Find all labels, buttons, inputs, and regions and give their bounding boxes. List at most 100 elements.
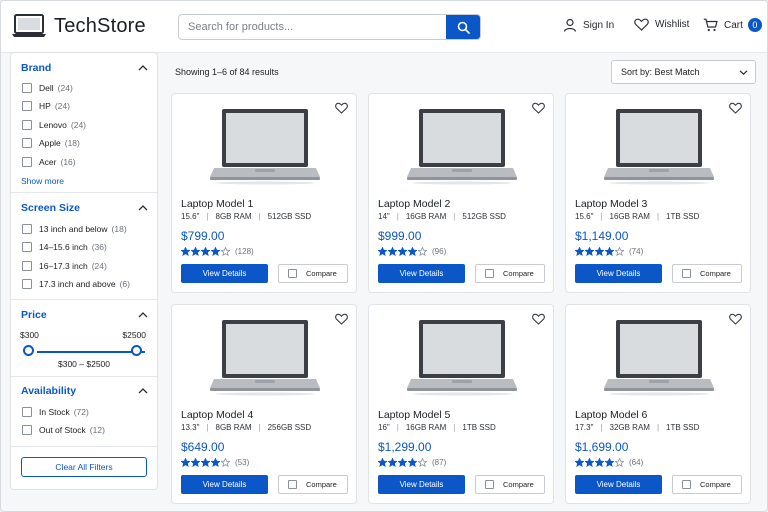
product-price: $1,149.00 xyxy=(575,229,629,243)
star-filled-icon xyxy=(408,458,417,467)
view-details-button[interactable]: View Details xyxy=(575,475,662,494)
search-icon xyxy=(457,21,470,34)
checkbox[interactable] xyxy=(22,425,32,435)
product-name[interactable]: Laptop Model 1 xyxy=(181,198,253,210)
screen-size-option[interactable]: 17.3 inch and above (6) xyxy=(22,279,130,289)
sign-in-link[interactable]: Sign In xyxy=(563,18,614,32)
product-card[interactable]: Laptop Model 4 13.3" | 8GB RAM | 256GB SSD $… xyxy=(171,304,357,504)
brand-option[interactable]: HP (24) xyxy=(22,101,70,111)
checkbox[interactable] xyxy=(682,480,691,489)
spec-separator: | xyxy=(600,212,603,221)
chevron-up-icon[interactable] xyxy=(138,65,148,71)
heart-icon[interactable] xyxy=(729,102,742,114)
product-card[interactable]: Laptop Model 5 16" | 16GB RAM | 1TB SSD $1,2… xyxy=(368,304,554,504)
checkbox[interactable] xyxy=(22,224,32,234)
product-name[interactable]: Laptop Model 4 xyxy=(181,409,253,421)
compare-checkbox-button[interactable]: Compare xyxy=(672,475,742,494)
checkbox[interactable] xyxy=(22,120,32,130)
laptop-product-image[interactable] xyxy=(210,318,320,396)
checkbox[interactable] xyxy=(288,269,297,278)
star-filled-icon xyxy=(378,458,387,467)
laptop-product-image[interactable] xyxy=(604,318,714,396)
compare-label: Compare xyxy=(503,480,534,489)
chevron-up-icon[interactable] xyxy=(138,205,148,211)
view-details-button[interactable]: View Details xyxy=(378,475,465,494)
product-card[interactable]: Laptop Model 2 14" | 16GB RAM | 512GB SSD $9… xyxy=(368,93,554,293)
logo-text[interactable]: TechStore xyxy=(54,15,146,38)
product-price: $1,299.00 xyxy=(378,440,432,454)
spec-separator: | xyxy=(453,423,456,432)
brand-option[interactable]: Dell (24) xyxy=(22,83,73,93)
view-details-button[interactable]: View Details xyxy=(181,475,268,494)
price-slider-max-handle[interactable] xyxy=(131,345,142,356)
wishlist-link[interactable]: Wishlist xyxy=(634,18,689,31)
product-name[interactable]: Laptop Model 3 xyxy=(575,198,647,210)
product-name[interactable]: Laptop Model 2 xyxy=(378,198,450,210)
checkbox[interactable] xyxy=(682,269,691,278)
app-window: TechStore Sign In Wishlist xyxy=(0,0,768,512)
view-details-button[interactable]: View Details xyxy=(575,264,662,283)
view-details-button[interactable]: View Details xyxy=(181,264,268,283)
checkbox[interactable] xyxy=(288,480,297,489)
laptop-product-image[interactable] xyxy=(407,318,517,396)
product-rating: (64) xyxy=(575,458,643,467)
checkbox[interactable] xyxy=(22,101,32,111)
laptop-product-image[interactable] xyxy=(210,107,320,185)
star-filled-icon xyxy=(398,458,407,467)
compare-checkbox-button[interactable]: Compare xyxy=(278,475,348,494)
product-card[interactable]: Laptop Model 6 17.3" | 32GB RAM | 1TB SSD $1… xyxy=(565,304,751,504)
heart-icon[interactable] xyxy=(335,313,348,325)
brand-option[interactable]: Acer (16) xyxy=(22,157,76,167)
search-button[interactable] xyxy=(446,15,480,39)
compare-checkbox-button[interactable]: Compare xyxy=(475,264,545,283)
show-more-link[interactable]: Show more xyxy=(21,176,64,186)
chevron-up-icon[interactable] xyxy=(138,388,148,394)
clear-all-filters-button[interactable]: Clear All Filters xyxy=(21,457,147,477)
wishlist-label: Wishlist xyxy=(655,19,690,30)
laptop-product-image[interactable] xyxy=(407,107,517,185)
cart-link[interactable]: Cart 0 xyxy=(703,18,762,32)
checkbox[interactable] xyxy=(22,407,32,417)
availability-option[interactable]: In Stock (72) xyxy=(22,407,89,417)
heart-icon[interactable] xyxy=(335,102,348,114)
brand-option[interactable]: Apple (18) xyxy=(22,138,80,148)
availability-filter-title[interactable]: Availability xyxy=(21,385,76,397)
checkbox[interactable] xyxy=(22,138,32,148)
checkbox[interactable] xyxy=(22,242,32,252)
availability-filter: Availability In Stock (72) Out of Stock (1… xyxy=(11,377,157,447)
user-icon xyxy=(563,18,577,32)
availability-option[interactable]: Out of Stock (12) xyxy=(22,425,105,435)
price-filter-title[interactable]: Price xyxy=(21,309,47,321)
product-name[interactable]: Laptop Model 6 xyxy=(575,409,647,421)
checkbox[interactable] xyxy=(22,261,32,271)
checkbox[interactable] xyxy=(22,83,32,93)
checkbox[interactable] xyxy=(22,157,32,167)
product-card[interactable]: Laptop Model 1 15.6" | 8GB RAM | 512GB SSD $… xyxy=(171,93,357,293)
heart-icon[interactable] xyxy=(532,313,545,325)
screen-size-option[interactable]: 14–15.6 inch (36) xyxy=(22,242,107,252)
screen-size-option[interactable]: 16–17.3 inch (24) xyxy=(22,261,107,271)
compare-checkbox-button[interactable]: Compare xyxy=(672,264,742,283)
chevron-up-icon[interactable] xyxy=(138,312,148,318)
screen-size-option[interactable]: 13 inch and below (18) xyxy=(22,224,127,234)
laptop-product-image[interactable] xyxy=(604,107,714,185)
compare-checkbox-button[interactable]: Compare xyxy=(278,264,348,283)
checkbox[interactable] xyxy=(485,269,494,278)
brand-filter-title[interactable]: Brand xyxy=(21,62,51,74)
product-card[interactable]: Laptop Model 3 15.6" | 16GB RAM | 1TB SSD $1… xyxy=(565,93,751,293)
compare-checkbox-button[interactable]: Compare xyxy=(475,475,545,494)
heart-icon[interactable] xyxy=(532,102,545,114)
price-slider-track[interactable] xyxy=(37,351,145,353)
view-details-button[interactable]: View Details xyxy=(378,264,465,283)
product-specs: 15.6" | 16GB RAM | 1TB SSD xyxy=(575,212,699,221)
checkbox[interactable] xyxy=(485,480,494,489)
brand-option[interactable]: Lenovo (24) xyxy=(22,120,86,130)
screen-size-filter-title[interactable]: Screen Size xyxy=(21,202,80,214)
compare-label: Compare xyxy=(306,269,337,278)
search-input[interactable] xyxy=(179,15,447,39)
checkbox[interactable] xyxy=(22,279,32,289)
product-name[interactable]: Laptop Model 5 xyxy=(378,409,450,421)
price-slider-min-handle[interactable] xyxy=(23,345,34,356)
sort-dropdown[interactable]: Sort by: Best Match xyxy=(611,60,756,84)
heart-icon[interactable] xyxy=(729,313,742,325)
